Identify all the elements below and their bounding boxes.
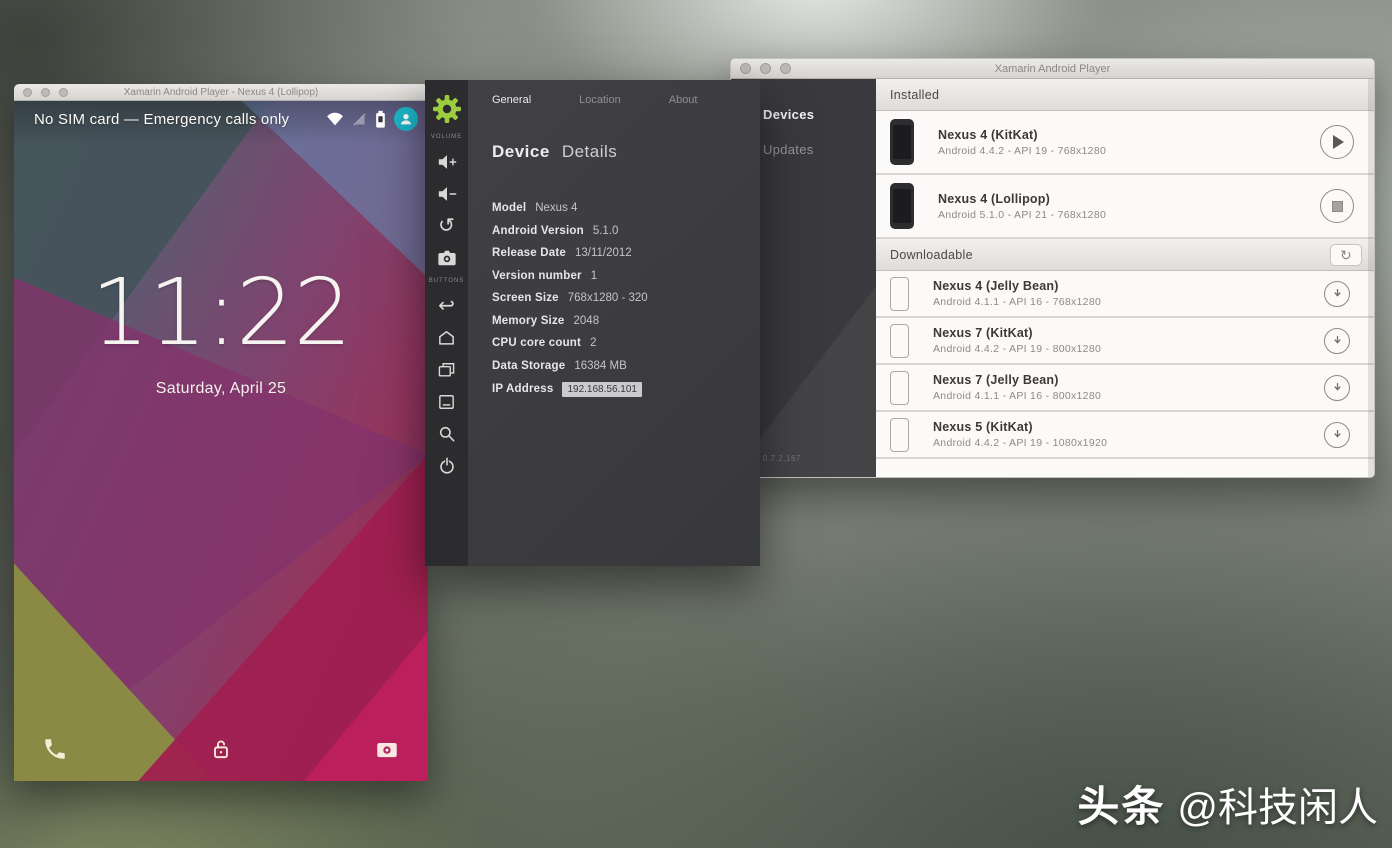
device-specs: Android 4.1.1 - API 16 - 768x1280 xyxy=(933,296,1324,308)
device-settings-panel: Volume ↺ Buttons ↩ xyxy=(425,80,760,566)
download-button[interactable] xyxy=(1324,375,1350,401)
download-button[interactable] xyxy=(1324,328,1350,354)
play-icon xyxy=(1333,135,1344,149)
tab-location[interactable]: Location xyxy=(579,94,621,106)
installed-section-header: Installed xyxy=(876,79,1374,111)
device-details-pane: General Location About DeviceDetails Mod… xyxy=(468,80,760,566)
wifi-icon xyxy=(325,110,345,128)
device-name: Nexus 7 (KitKat) xyxy=(933,326,1324,340)
device-row-nexus7-kitkat[interactable]: Nexus 7 (KitKat) Android 4.4.2 - API 19 … xyxy=(876,318,1374,365)
camera-shortcut-icon[interactable] xyxy=(374,736,400,762)
scrollbar[interactable] xyxy=(1368,79,1374,477)
settings-gear-icon[interactable] xyxy=(432,94,462,124)
detail-row-screen-size: Screen Size768x1280 - 320 xyxy=(492,292,760,305)
volume-down-icon[interactable] xyxy=(433,181,461,207)
device-specs: Android 4.4.2 - API 19 - 800x1280 xyxy=(933,343,1324,355)
detail-row-ip-address: IP Address192.168.56.101 xyxy=(492,382,760,397)
download-button[interactable] xyxy=(1324,422,1350,448)
manager-window-titlebar[interactable]: Xamarin Android Player xyxy=(731,59,1374,79)
refresh-button[interactable]: ↻ xyxy=(1330,244,1362,266)
device-row-nexus4-jellybean[interactable]: Nexus 4 (Jelly Bean) Android 4.1.1 - API… xyxy=(876,271,1374,318)
android-home-icon[interactable] xyxy=(433,325,461,351)
detail-row-android-version: Android Version5.1.0 xyxy=(492,225,760,238)
detail-row-cpu-core-count: CPU core count2 xyxy=(492,337,760,350)
detail-row-release-date: Release Date13/11/2012 xyxy=(492,247,760,260)
device-row-nexus4-kitkat[interactable]: Nexus 4 (KitKat) Android 4.4.2 - API 19 … xyxy=(876,111,1374,175)
screenshot-camera-icon[interactable] xyxy=(433,245,461,271)
detail-row-version-number: Version number1 xyxy=(492,270,760,283)
tab-general[interactable]: General xyxy=(492,94,531,106)
device-name: Nexus 7 (Jelly Bean) xyxy=(933,373,1324,387)
device-row-nexus7-jellybean[interactable]: Nexus 7 (Jelly Bean) Android 4.1.1 - API… xyxy=(876,365,1374,412)
lockscreen-clock: 11:22 Saturday, April 25 xyxy=(14,259,428,398)
device-details-heading: DeviceDetails xyxy=(492,142,760,162)
tab-about[interactable]: About xyxy=(669,94,698,106)
watermark-handle: @科技闲人 xyxy=(1177,775,1378,833)
device-name: Nexus 4 (KitKat) xyxy=(938,128,1320,142)
phone-window-titlebar[interactable]: Xamarin Android Player - Nexus 4 (Lollip… xyxy=(14,84,428,101)
clock-time: 11:22 xyxy=(14,259,428,366)
play-button[interactable] xyxy=(1320,125,1354,159)
no-sim-status-text: No SIM card — Emergency calls only xyxy=(34,111,325,128)
device-name: Nexus 4 (Jelly Bean) xyxy=(933,279,1324,293)
android-menu-icon[interactable] xyxy=(433,389,461,415)
manager-window-title: Xamarin Android Player xyxy=(731,63,1374,75)
refresh-icon: ↻ xyxy=(1340,248,1352,262)
android-back-icon[interactable]: ↩ xyxy=(433,293,461,319)
device-specs: Android 4.4.2 - API 19 - 768x1280 xyxy=(938,145,1320,157)
downloadable-section-header: Downloadable ↻ xyxy=(876,239,1374,271)
watermark: 头条 @科技闲人 xyxy=(1077,773,1378,834)
device-manager-window: Xamarin Android Player Devices Updates 0… xyxy=(730,58,1375,478)
emulator-tool-strip: Volume ↺ Buttons ↩ xyxy=(425,80,468,566)
device-row-nexus4-lollipop[interactable]: Nexus 4 (Lollipop) Android 5.1.0 - API 2… xyxy=(876,175,1374,239)
download-button[interactable] xyxy=(1324,281,1350,307)
stop-icon xyxy=(1332,201,1343,212)
watermark-brand: 头条 xyxy=(1077,773,1165,834)
unlock-icon[interactable] xyxy=(208,736,234,762)
ip-address-value[interactable]: 192.168.56.101 xyxy=(562,382,642,397)
battery-icon xyxy=(374,110,387,129)
phone-device-icon xyxy=(890,324,909,358)
buttons-section-label: Buttons xyxy=(429,278,465,284)
phone-device-icon xyxy=(890,119,914,165)
device-name: Nexus 5 (KitKat) xyxy=(933,420,1324,434)
download-icon xyxy=(1331,428,1344,441)
device-row-nexus5-kitkat[interactable]: Nexus 5 (KitKat) Android 4.4.2 - API 19 … xyxy=(876,412,1374,459)
android-lock-screen[interactable]: No SIM card — Emergency calls only xyxy=(14,101,428,781)
phone-device-icon xyxy=(890,277,909,311)
download-icon xyxy=(1331,287,1344,300)
user-avatar-icon[interactable] xyxy=(394,107,418,131)
phone-device-icon xyxy=(890,371,909,405)
phone-device-icon xyxy=(890,418,909,452)
device-list: Installed Nexus 4 (KitKat) Android 4.4.2… xyxy=(876,79,1374,477)
download-icon xyxy=(1331,381,1344,394)
clock-date: Saturday, April 25 xyxy=(14,380,428,398)
detail-row-memory-size: Memory Size2048 xyxy=(492,315,760,328)
phone-device-icon xyxy=(890,183,914,229)
phone-emulator-window: Xamarin Android Player - Nexus 4 (Lollip… xyxy=(14,84,428,781)
device-specs: Android 4.1.1 - API 16 - 800x1280 xyxy=(933,390,1324,402)
phone-window-title: Xamarin Android Player - Nexus 4 (Lollip… xyxy=(14,87,428,98)
detail-row-data-storage: Data Storage16384 MB xyxy=(492,360,760,373)
device-name: Nexus 4 (Lollipop) xyxy=(938,192,1320,206)
stop-button[interactable] xyxy=(1320,189,1354,223)
device-specs: Android 5.1.0 - API 21 - 768x1280 xyxy=(938,209,1320,221)
phone-dialer-icon[interactable] xyxy=(42,736,68,762)
device-details-list: ModelNexus 4 Android Version5.1.0 Releas… xyxy=(492,202,760,397)
rotate-screen-icon[interactable]: ↺ xyxy=(433,213,461,239)
android-recents-icon[interactable] xyxy=(433,357,461,383)
detail-row-model: ModelNexus 4 xyxy=(492,202,760,215)
android-status-bar: No SIM card — Emergency calls only xyxy=(14,101,428,137)
volume-section-label: Volume xyxy=(431,134,462,140)
search-icon[interactable] xyxy=(433,421,461,447)
download-icon xyxy=(1331,334,1344,347)
no-signal-icon xyxy=(352,111,367,128)
settings-tabs: General Location About xyxy=(492,94,760,106)
volume-up-icon[interactable] xyxy=(433,149,461,175)
lockscreen-wallpaper xyxy=(14,101,428,781)
power-icon[interactable] xyxy=(433,453,461,479)
device-specs: Android 4.4.2 - API 19 - 1080x1920 xyxy=(933,437,1324,449)
app-version-label: 0.7.2.167 xyxy=(763,454,801,463)
device-row-partial xyxy=(876,459,1374,477)
